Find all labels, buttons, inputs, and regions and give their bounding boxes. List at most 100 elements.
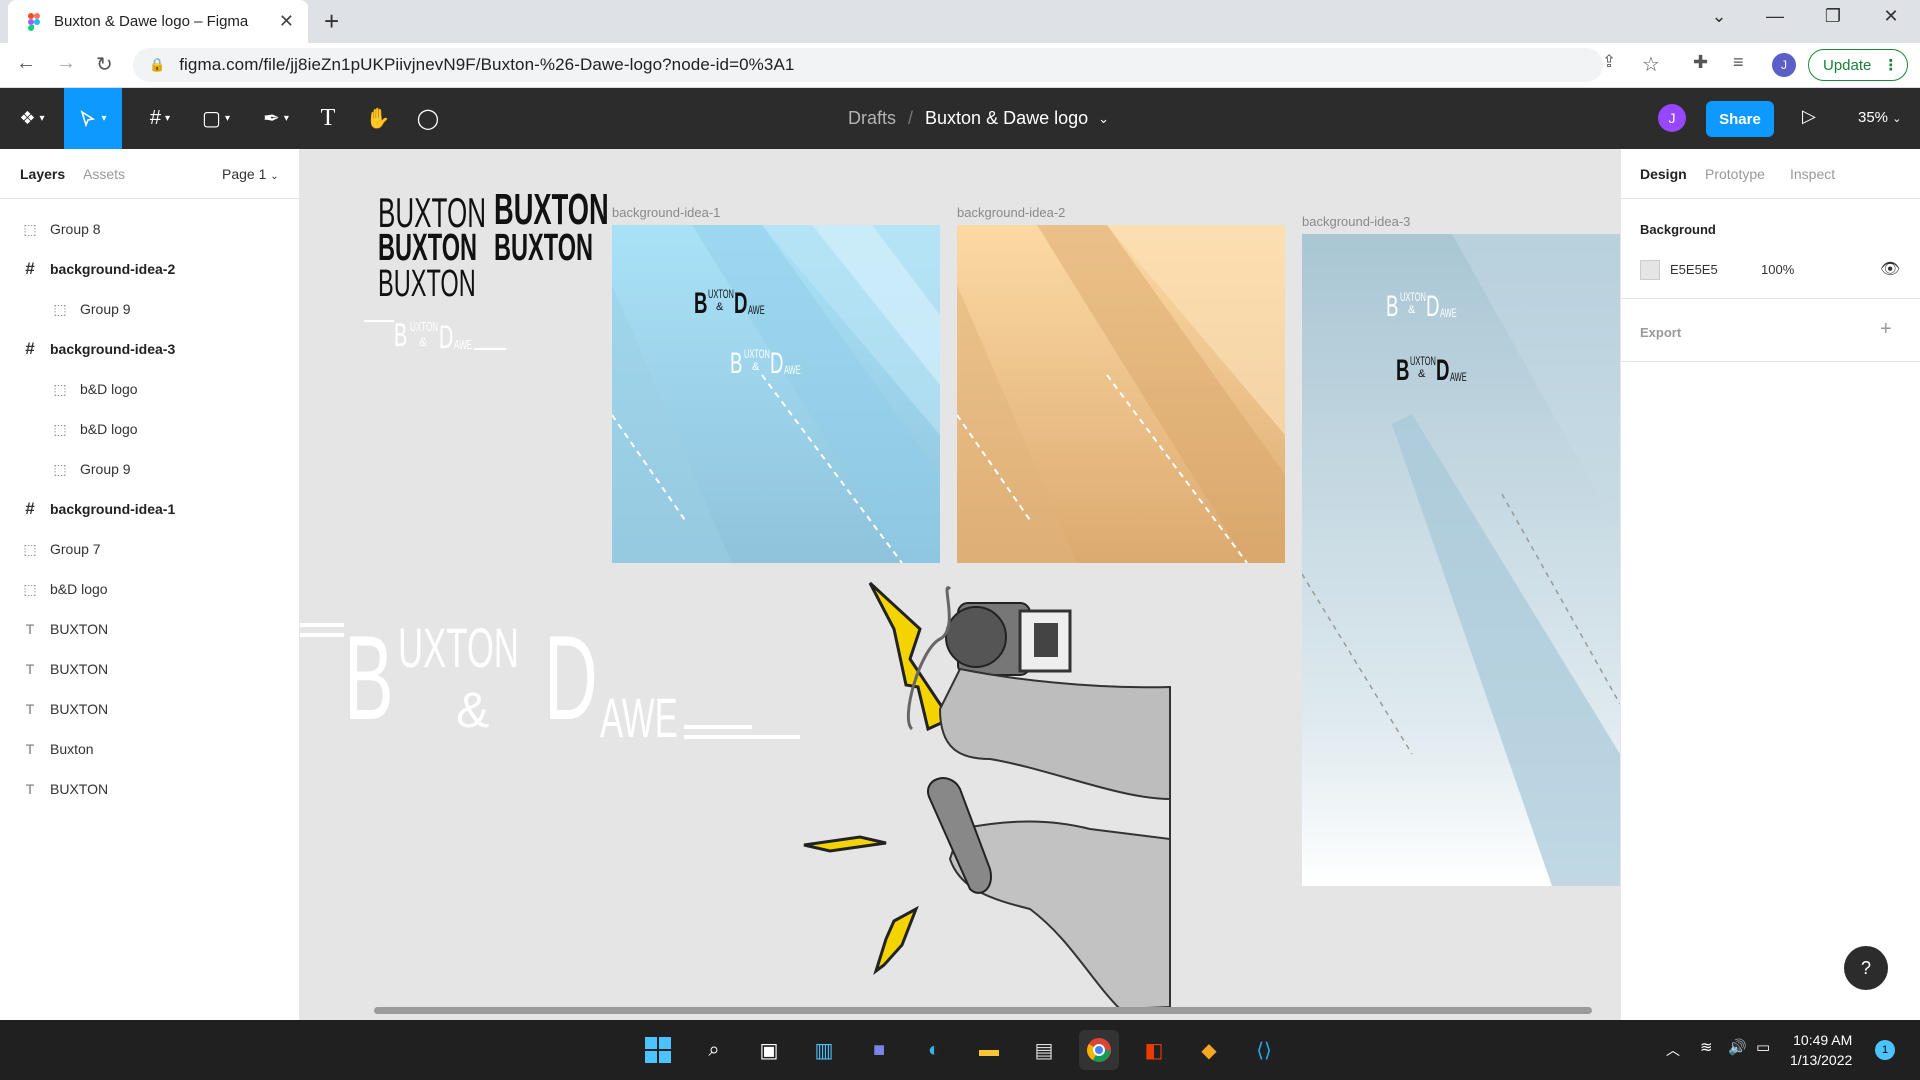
system-clock[interactable]: 10:49 AM 1/13/2022 [1790,1030,1852,1070]
layer-item[interactable]: # background-idea-2 [0,249,300,289]
file-explorer-icon[interactable]: ▬ [969,1030,1009,1070]
tab-prototype[interactable]: Prototype [1705,166,1765,182]
clock-date: 1/13/2022 [1790,1052,1853,1068]
reload-icon[interactable]: ↻ [96,52,113,77]
teams-chat-icon[interactable]: ■ [859,1030,899,1070]
frame-label[interactable]: background-idea-3 [1302,214,1410,229]
main-menu-icon[interactable]: ❖ ▾ [10,88,54,149]
hand-tool-icon[interactable]: ✋ [356,88,400,149]
layer-item[interactable]: T BUXTON [0,609,300,649]
eye-visibility-icon[interactable]: 👁 [1880,259,1900,279]
extensions-icon[interactable]: ✚ [1693,52,1708,73]
new-tab-icon[interactable]: + [324,6,339,37]
widgets-icon[interactable]: ▥ [804,1030,844,1070]
bd-logo-large[interactable]: B UXTON & D AWE [300,611,810,749]
store-icon[interactable]: ▤ [1024,1030,1064,1070]
background-color-swatch[interactable] [1640,260,1660,280]
logo-b: B [394,317,408,353]
restore-icon[interactable]: ❐ [1810,6,1856,27]
logo-awe: AWE [1450,370,1467,384]
layer-item[interactable]: ⬚ b&D logo [0,369,300,409]
pen-tool-icon[interactable]: ✒ ▾ [254,88,298,149]
logo-amp: & [419,335,428,349]
search-icon[interactable]: ⌕ [694,1030,734,1070]
layer-item[interactable]: ⬚ b&D logo [0,409,300,449]
tab-search-icon[interactable]: ⌄ [1696,6,1742,27]
chrome-icon[interactable] [1079,1030,1119,1070]
volume-icon[interactable]: 🔊 [1728,1038,1747,1056]
divider [1620,298,1920,299]
bd-logo-small[interactable]: B UXTON & D AWE [364,317,514,357]
vscode-icon[interactable]: ⟨⟩ [1244,1030,1284,1070]
layer-item[interactable]: ⬚ Group 7 [0,529,300,569]
back-icon[interactable]: ← [16,52,36,75]
battery-icon[interactable]: ▭ [1756,1038,1770,1056]
layer-item[interactable]: T BUXTON [0,769,300,809]
tab-layers[interactable]: Layers [20,166,65,182]
shape-tool-icon[interactable]: ▢ ▾ [194,88,238,149]
show-hidden-icons-icon[interactable]: ︿ [1666,1040,1680,1060]
clock-time: 10:49 AM [1793,1032,1853,1048]
present-play-icon[interactable]: ▷ [1802,106,1816,127]
frame-background-idea-3[interactable]: B UXTON & D AWE B UXTON & D AWE [1302,234,1620,886]
update-button[interactable]: Update ⋮ [1808,49,1908,81]
buxton-text-sample[interactable]: BUXTON [378,263,476,306]
file-name[interactable]: Buxton & Dawe logo [925,108,1088,129]
frame-background-idea-1[interactable]: B UXTON & D AWE B UXTON & D AWE [612,225,940,563]
logo-awe: AWE [1440,306,1457,320]
layer-item[interactable]: ⬚ Group 9 [0,289,300,329]
start-icon[interactable] [638,1030,678,1070]
media-icon[interactable]: ≡ [1733,52,1744,73]
help-button[interactable]: ? [1844,946,1888,990]
page-selector[interactable]: Page 1 ⌄ [222,166,279,182]
notification-badge[interactable]: 1 [1875,1040,1895,1060]
layer-item[interactable]: T BUXTON [0,689,300,729]
frame-label[interactable]: background-idea-1 [612,205,720,220]
share-button[interactable]: Share [1706,101,1774,137]
chevron-down-icon[interactable]: ⌄ [1098,111,1109,127]
window-close-icon[interactable]: ✕ [1868,6,1914,27]
horizontal-scrollbar[interactable] [374,1007,1592,1014]
address-bar[interactable]: 🔒 figma.com/file/jj8ieZn1pUKPiivjnevN9F/… [133,48,1603,82]
move-tool-icon[interactable]: ▾ [64,88,122,149]
close-tab-icon[interactable]: ✕ [279,11,294,32]
zoom-dropdown[interactable]: 35% ⌄ [1858,109,1901,126]
comment-tool-icon[interactable]: ◯ [406,88,450,149]
zoom-value: 35% [1858,109,1889,126]
layer-item[interactable]: # background-idea-3 [0,329,300,369]
add-export-icon[interactable]: + [1880,318,1892,341]
profile-avatar[interactable]: J [1772,53,1796,77]
forward-icon[interactable]: → [56,52,76,75]
tab-assets[interactable]: Assets [83,166,125,182]
task-view-icon[interactable]: ▣ [749,1030,789,1070]
layer-item[interactable]: ⬚ Group 8 [0,209,300,249]
frame-background-idea-2[interactable] [957,225,1285,563]
tab-design[interactable]: Design [1640,166,1687,182]
layer-item[interactable]: # background-idea-1 [0,489,300,529]
bookmark-star-icon[interactable]: ☆ [1642,52,1660,77]
logo-b: B [1396,354,1410,387]
layer-item[interactable]: ⬚ Group 9 [0,449,300,489]
frame-label[interactable]: background-idea-2 [957,205,1065,220]
layer-item[interactable]: T BUXTON [0,649,300,689]
text-tool-icon[interactable]: T [306,88,350,149]
canvas[interactable]: BUXTON BUXTON BUXTON BUXTON BUXTON B UXT… [300,149,1620,1020]
more-menu-icon[interactable]: ⋮ [1883,56,1898,74]
background-hex-input[interactable]: E5E5E5 [1670,262,1718,277]
avatar[interactable]: J [1658,104,1686,132]
minimize-icon[interactable]: — [1752,6,1798,27]
background-opacity-input[interactable]: 100% [1761,262,1794,277]
breadcrumb-drafts[interactable]: Drafts [848,108,896,129]
buxton-text-sample[interactable]: BUXTON [494,227,593,270]
office-icon[interactable]: ◧ [1134,1030,1174,1070]
wifi-icon[interactable]: ≋ [1700,1038,1713,1056]
tab-inspect[interactable]: Inspect [1790,166,1835,182]
edge-icon[interactable]: ◐ [914,1030,954,1070]
frame-tool-icon[interactable]: # ▾ [138,88,182,149]
hands-wiring-illustration[interactable] [790,569,1230,1019]
layer-item[interactable]: T Buxton [0,729,300,769]
layer-item[interactable]: ⬚ b&D logo [0,569,300,609]
git-kraken-icon[interactable]: ◆ [1189,1030,1229,1070]
browser-tab[interactable]: Buxton & Dawe logo – Figma ✕ [8,0,308,43]
share-page-icon[interactable]: ⇪ [1602,52,1616,72]
